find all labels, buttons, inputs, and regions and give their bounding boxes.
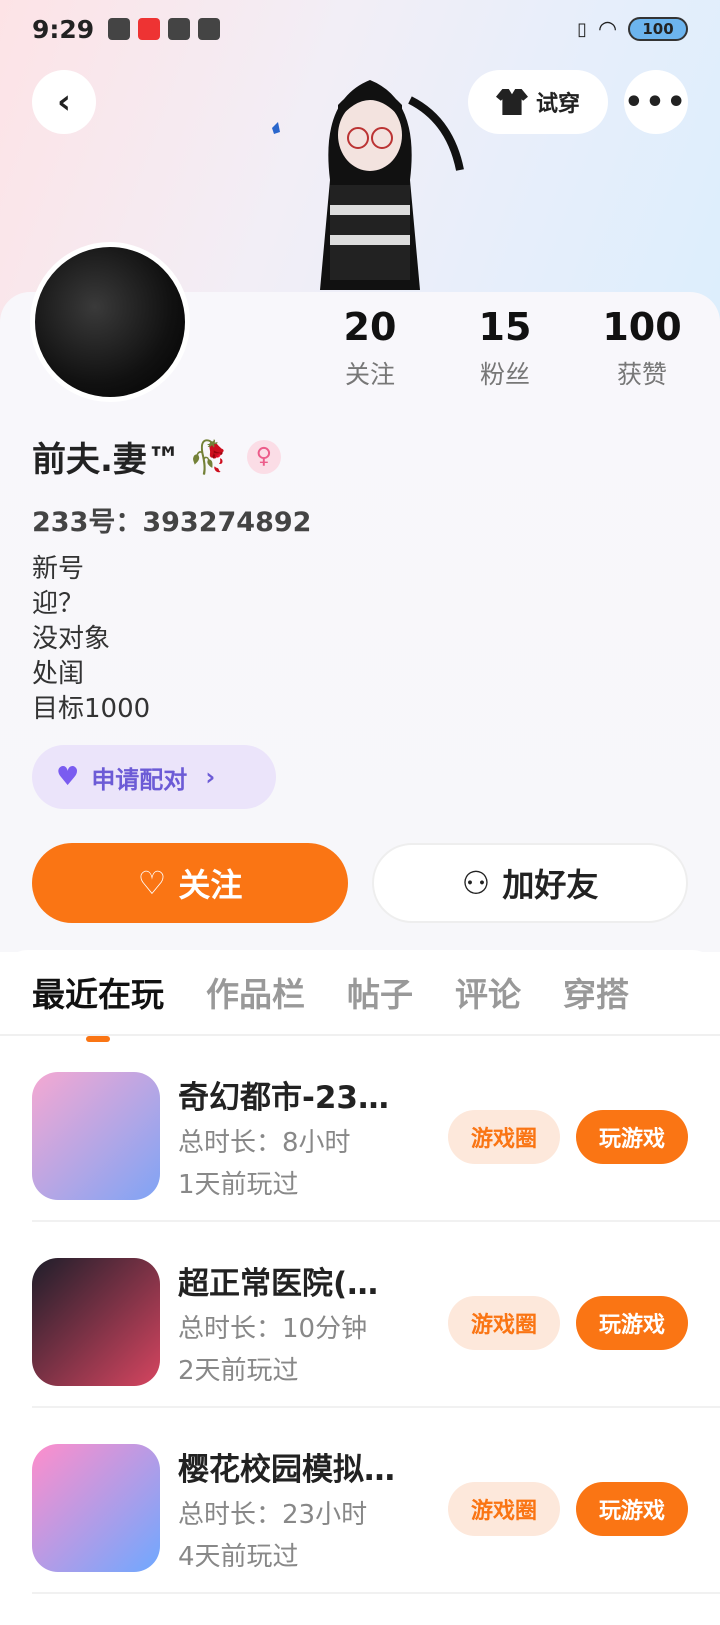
list-item[interactable]: 奇幻都市-23… 总时长：8小时 1天前玩过 游戏圈 玩游戏 [32,1036,720,1222]
cloud-icon [198,18,221,40]
bio-line: 目标1000 [32,694,151,724]
nickname-row: 前夫.妻™ 🥀 ♀ [32,432,281,481]
tab-posts[interactable]: 帖子 [347,968,413,1016]
add-friend-label: 加好友 [502,866,599,904]
game-icon[interactable] [32,1258,160,1386]
play-game-button[interactable]: 玩游戏 [576,1482,688,1536]
game-last-played: 1天前玩过 [178,1170,299,1200]
status-bar: 9:29 ▯ ◠ 100 [0,0,720,58]
follow-button[interactable]: ♡ 关注 [32,843,348,923]
game-last-played: 4天前玩过 [178,1542,299,1572]
stat-fans-label: 粉丝 [479,360,530,389]
game-title: 樱花校园模拟… [178,1452,395,1488]
recent-games-list: 奇幻都市-23… 总时长：8小时 1天前玩过 游戏圈 玩游戏 超正常医院(… 总… [0,1036,720,1594]
status-time: 9:29 [32,14,95,44]
chevron-right-icon: › [205,763,216,791]
follow-label: 关注 [178,866,243,904]
back-button[interactable]: ‹ [32,70,96,134]
wifi-icon: ◠ [599,16,616,42]
avatar[interactable] [30,242,190,402]
game-title: 超正常医院(… [178,1266,379,1302]
wechat-icon [168,18,191,40]
rose-icon: 🥀 [188,437,229,476]
list-item[interactable]: 樱花校园模拟… 总时长：23小时 4天前玩过 游戏圈 玩游戏 [32,1408,720,1594]
game-duration: 总时长：23小时 [178,1500,368,1530]
user-plus-icon: ⚇ [461,864,491,902]
stat-following-count: 20 [343,305,397,349]
notification-icon [108,18,131,40]
heart-plus-icon: ♡ [137,864,167,902]
tab-recently-played[interactable]: 最近在玩 [32,968,164,1042]
game-title: 奇幻都市-23… [178,1080,390,1116]
game-icon[interactable] [32,1444,160,1572]
try-on-label: 试穿 [535,92,580,117]
app-notification-icon [138,18,161,40]
more-dots-icon: ••• [624,84,688,120]
bio-line: 迎？ [32,589,85,619]
tab-outfits[interactable]: 穿搭 [563,968,629,1016]
tab-comments[interactable]: 评论 [455,968,521,1016]
more-options-button[interactable]: ••• [624,70,688,134]
list-item[interactable]: 超正常医院(… 总时长：10分钟 2天前玩过 游戏圈 玩游戏 [32,1222,720,1408]
pair-heart-icon: ♥ [56,762,80,792]
game-duration: 总时长：10分钟 [178,1314,368,1344]
stat-fans[interactable]: 15 粉丝 [445,305,565,391]
stat-likes[interactable]: 100 获赞 [582,305,702,391]
bio-line: 没对象 [32,624,111,654]
bio: 新号 迎？ 没对象 处闺 目标1000 [32,552,150,727]
sim-icon: ▯ [577,18,588,40]
tab-works[interactable]: 作品栏 [206,968,305,1016]
play-game-button[interactable]: 玩游戏 [576,1296,688,1350]
back-arrow-icon: ‹ [56,82,71,122]
game-duration: 总时长：8小时 [178,1128,351,1158]
bio-line: 新号 [32,554,85,584]
game-circle-button[interactable]: 游戏圈 [448,1110,560,1164]
avatar-character-figure [272,80,464,290]
try-on-button[interactable]: 试穿 [468,70,608,134]
add-friend-button[interactable]: ⚇ 加好友 [372,843,688,923]
game-circle-button[interactable]: 游戏圈 [448,1296,560,1350]
play-game-button[interactable]: 玩游戏 [576,1110,688,1164]
female-gender-icon: ♀ [246,439,281,474]
game-icon[interactable] [32,1072,160,1200]
request-pair-button[interactable]: ♥ 申请配对 › [32,745,276,809]
game-circle-button[interactable]: 游戏圈 [448,1482,560,1536]
stat-fans-count: 15 [478,305,532,349]
nickname: 前夫.妻™ [32,440,181,480]
game-last-played: 2天前玩过 [178,1356,299,1386]
stat-following[interactable]: 20 关注 [310,305,430,391]
user-id: 233号：393274892 [32,507,312,538]
request-pair-label: 申请配对 [91,765,188,794]
battery-indicator: 100 [628,17,688,41]
bio-line: 处闺 [32,659,85,689]
profile-tabs: 最近在玩 作品栏 帖子 评论 穿搭 [0,950,720,1042]
shirt-icon [495,89,528,115]
stat-likes-label: 获赞 [616,360,667,389]
stat-likes-count: 100 [602,305,682,349]
stat-following-label: 关注 [344,360,395,389]
